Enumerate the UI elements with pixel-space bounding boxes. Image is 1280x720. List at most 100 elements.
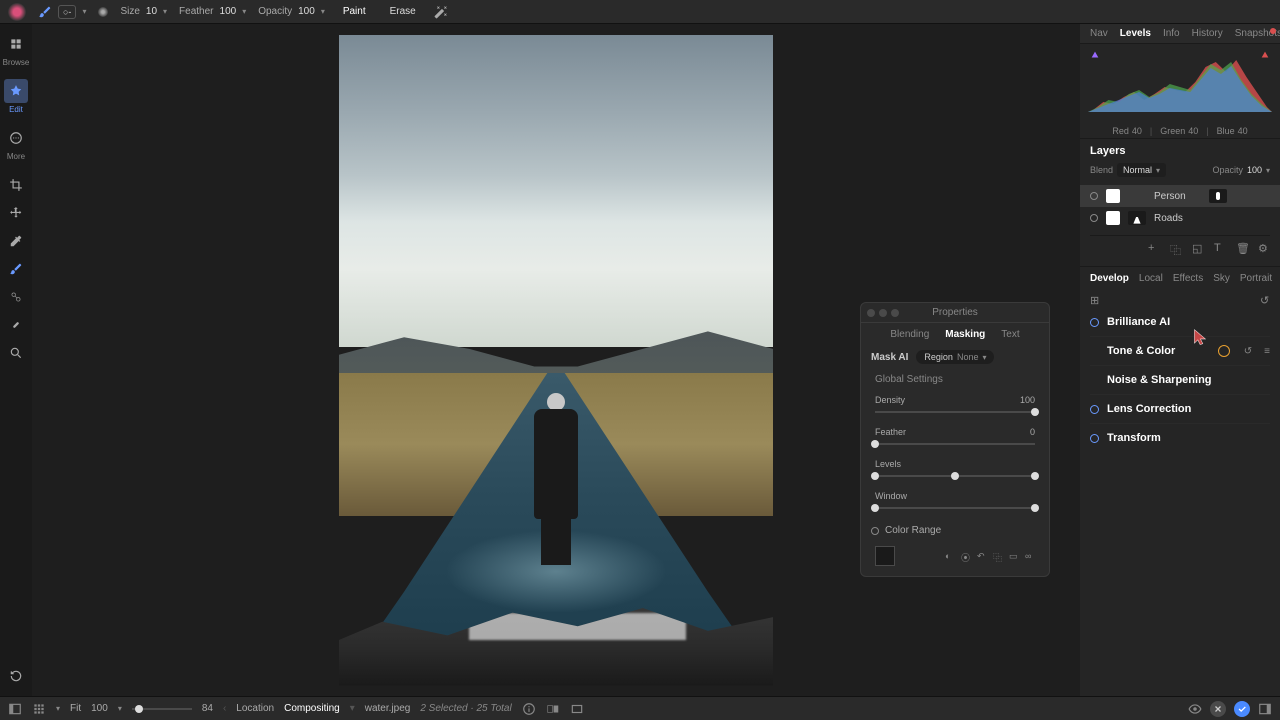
zoom-value[interactable]: 100 xyxy=(91,703,108,714)
compare-icon[interactable] xyxy=(546,702,560,716)
adjustment-noise-sharpening[interactable]: Noise & Sharpening xyxy=(1090,366,1270,395)
tab-develop[interactable]: Develop xyxy=(1090,273,1129,284)
size-control[interactable]: Size 10 ▾ xyxy=(120,6,167,17)
tab-local[interactable]: Local xyxy=(1139,273,1163,284)
brush-softness[interactable] xyxy=(98,7,108,17)
warning-indicator xyxy=(1270,28,1276,34)
tab-effects[interactable]: Effects xyxy=(1173,273,1203,284)
canvas-area[interactable]: Properties Blending Masking Text Mask AI… xyxy=(32,24,1080,696)
heal-tool[interactable] xyxy=(4,313,28,337)
reset-preset-icon[interactable]: ↺ xyxy=(1260,294,1270,304)
browse-tool[interactable] xyxy=(4,32,28,56)
crop-tool[interactable] xyxy=(4,173,28,197)
copy-icon[interactable]: ⿻ xyxy=(993,551,1003,561)
adjustment-transform[interactable]: Transform xyxy=(1090,424,1270,452)
tab-masking[interactable]: Masking xyxy=(945,329,985,340)
settings-layer-icon[interactable]: ⚙ xyxy=(1258,242,1270,254)
tab-nav[interactable]: Nav xyxy=(1090,28,1108,39)
reset-icon[interactable]: ↺ xyxy=(1244,346,1252,357)
delete-layer-icon[interactable]: 🗑 xyxy=(1236,242,1248,254)
add-layer-icon[interactable]: + xyxy=(1148,242,1160,254)
text-layer-icon[interactable]: T xyxy=(1214,242,1226,254)
minimize-icon[interactable] xyxy=(879,309,887,317)
add-preset-icon[interactable]: ⊞ xyxy=(1090,294,1100,304)
layer-item-person[interactable]: Person xyxy=(1080,185,1280,207)
panel-left-icon[interactable] xyxy=(8,702,22,716)
properties-panel[interactable]: Properties Blending Masking Text Mask AI… xyxy=(860,302,1050,577)
levels-slider[interactable]: Levels xyxy=(861,455,1049,487)
opacity-value: 100 xyxy=(298,6,315,17)
density-slider[interactable]: Density100 xyxy=(861,391,1049,423)
tab-info[interactable]: Info xyxy=(1163,28,1180,39)
properties-title: Properties xyxy=(932,307,978,318)
single-view-icon[interactable] xyxy=(570,702,584,716)
eye-icon[interactable] xyxy=(1188,702,1202,716)
adjustment-brilliance-ai[interactable]: Brilliance AI xyxy=(1090,308,1270,337)
layer-opacity-value[interactable]: 100 xyxy=(1247,165,1262,175)
brush-icon xyxy=(38,5,52,19)
chevron-down-icon: ▾ xyxy=(242,7,246,16)
blend-mode-select[interactable]: Normal ▾ xyxy=(1117,163,1166,177)
magic-wand-icon[interactable] xyxy=(434,5,448,19)
close-icon[interactable] xyxy=(867,309,875,317)
chevron-down-icon: ▾ xyxy=(321,7,325,16)
move-tool[interactable] xyxy=(4,201,28,225)
tab-text[interactable]: Text xyxy=(1001,329,1019,340)
visibility-toggle[interactable] xyxy=(1090,192,1098,200)
opacity-label: Opacity xyxy=(258,6,292,17)
region-select[interactable]: Region None ▾ xyxy=(916,350,994,364)
adjustment-lens-correction[interactable]: Lens Correction xyxy=(1090,395,1270,424)
app-logo[interactable] xyxy=(8,3,26,21)
erase-mode-button[interactable]: Erase xyxy=(384,4,422,19)
window-slider[interactable]: Window xyxy=(861,487,1049,519)
more-tool[interactable] xyxy=(4,126,28,150)
mask-layer-icon[interactable]: ◱ xyxy=(1192,242,1204,254)
brush-tool[interactable] xyxy=(4,257,28,281)
color-range-toggle[interactable]: Color Range xyxy=(861,519,1049,542)
color-range-tools: ◐ ⦿ ↶ ⿻ ▭ ∞ xyxy=(861,542,1049,576)
visibility-toggle[interactable] xyxy=(1090,214,1098,222)
panel-right-icon[interactable] xyxy=(1258,702,1272,716)
location-value[interactable]: Compositing xyxy=(284,703,340,714)
tab-levels[interactable]: Levels xyxy=(1120,28,1151,39)
info-icon[interactable] xyxy=(522,702,536,716)
undo-icon[interactable]: ↶ xyxy=(977,551,987,561)
tab-portrait[interactable]: Portrait xyxy=(1240,273,1272,284)
link-icon[interactable]: ∞ xyxy=(1025,551,1035,561)
chevron-down-icon: ▾ xyxy=(982,353,986,362)
chevron-down-icon: ▾ xyxy=(163,7,167,16)
zoom-slider[interactable] xyxy=(132,708,192,710)
contrast-icon[interactable]: ◐ xyxy=(945,551,955,561)
confirm-button[interactable] xyxy=(1234,701,1250,717)
maximize-icon[interactable] xyxy=(891,309,899,317)
zoom-tool[interactable] xyxy=(4,341,28,365)
adjustment-tone-color[interactable]: Tone & Color ↺ ≡ xyxy=(1090,337,1270,366)
menu-icon[interactable]: ≡ xyxy=(1264,346,1270,357)
properties-header[interactable]: Properties xyxy=(861,303,1049,323)
eyedropper-tool[interactable] xyxy=(4,229,28,253)
fit-button[interactable]: Fit xyxy=(70,703,81,714)
color-swatch[interactable] xyxy=(875,546,895,566)
tab-sky[interactable]: Sky xyxy=(1213,273,1230,284)
reset-tool[interactable] xyxy=(4,664,28,688)
tab-blending[interactable]: Blending xyxy=(890,329,929,340)
feather-label: Feather xyxy=(179,6,213,17)
filename[interactable]: water.jpeg xyxy=(365,703,411,714)
layer-item-roads[interactable]: Roads xyxy=(1090,207,1270,229)
brush-tool-select[interactable]: ○- ▾ xyxy=(38,5,86,19)
opacity-control[interactable]: Opacity 100 ▾ xyxy=(258,6,325,17)
chevron-down-icon[interactable]: ▾ xyxy=(56,704,60,713)
window-controls[interactable] xyxy=(867,309,899,317)
chevron-down-icon[interactable]: ▾ xyxy=(118,704,122,713)
pin-icon[interactable]: ⦿ xyxy=(961,551,971,561)
cancel-button[interactable] xyxy=(1210,701,1226,717)
duplicate-layer-icon[interactable]: ⿻ xyxy=(1170,242,1182,254)
paint-mode-button[interactable]: Paint xyxy=(337,4,372,19)
feather-control[interactable]: Feather 100 ▾ xyxy=(179,6,246,17)
feather-slider[interactable]: Feather0 xyxy=(861,423,1049,455)
edit-tool[interactable] xyxy=(4,79,28,103)
paste-icon[interactable]: ▭ xyxy=(1009,551,1019,561)
clone-tool[interactable] xyxy=(4,285,28,309)
tab-history[interactable]: History xyxy=(1192,28,1223,39)
grid-view-icon[interactable] xyxy=(32,702,46,716)
